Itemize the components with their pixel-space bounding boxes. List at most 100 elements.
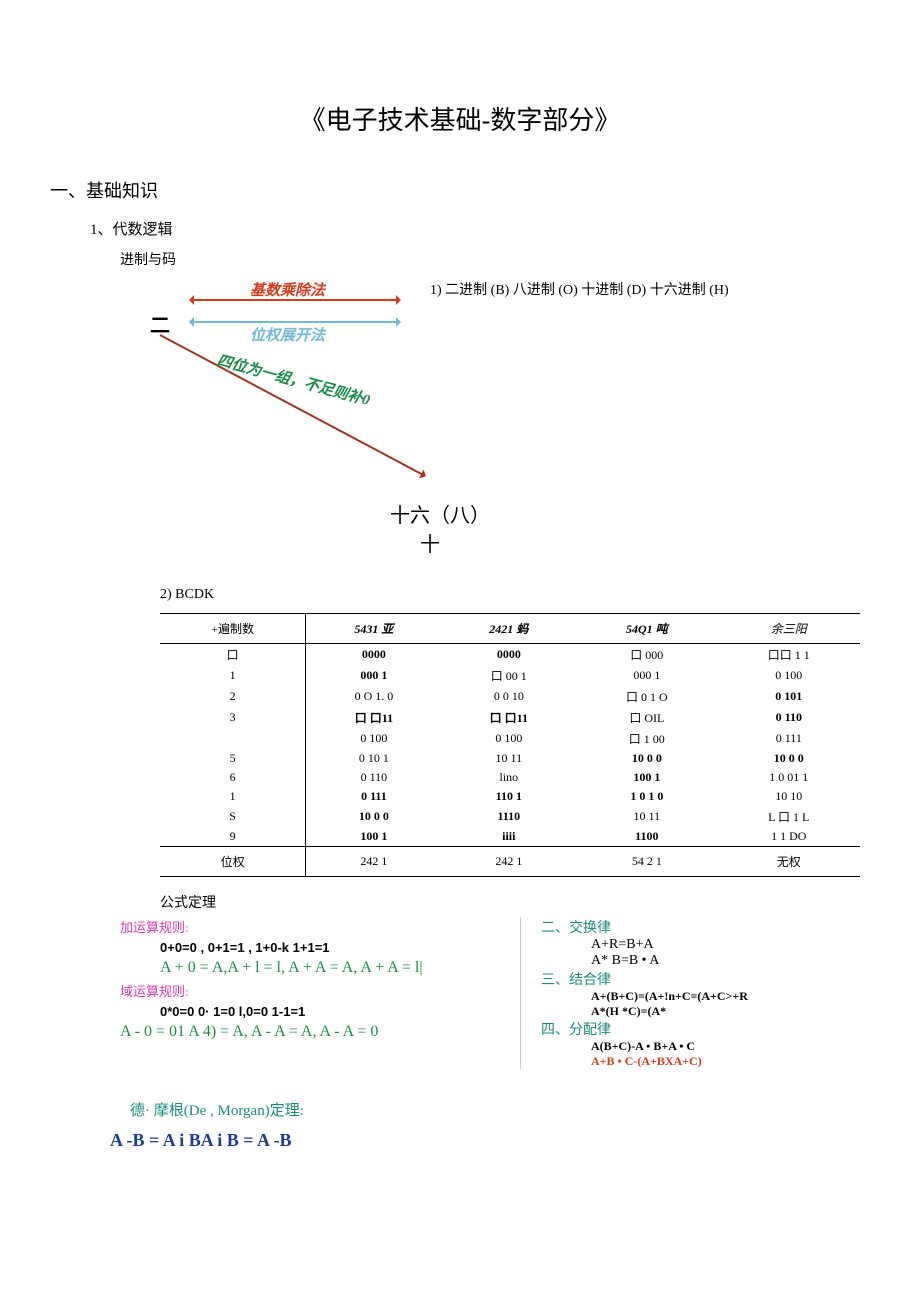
table-row: S10 0 0111010 11L 口 1 L xyxy=(160,806,860,827)
table-row: 口00000000口 000口口 1 1 xyxy=(160,644,860,666)
table-cell: 1 0 1 0 xyxy=(576,787,718,806)
table-row: 50 10 110 1110 0 010 0 0 xyxy=(160,749,860,768)
th-2421: 2421 蚂 xyxy=(442,614,577,644)
table-cell: 100 1 xyxy=(306,827,442,847)
label-group-four: 四位为一组，不足则补0 xyxy=(215,349,373,410)
table-cell: 0 111 xyxy=(718,728,860,749)
table-cell: 0 100 xyxy=(718,665,860,686)
table-cell: 242 1 xyxy=(306,847,442,877)
add-rule-head: 加运算规则: xyxy=(120,917,520,936)
demorgan-heading: 德· 摩根(De , Morgan)定理: xyxy=(130,1099,870,1120)
table-row: 9100 1iiii11001 1 DO xyxy=(160,827,860,847)
arrow-mid-icon xyxy=(190,321,400,323)
distributive-b: A+B • C-(A+BXA+C) xyxy=(591,1054,870,1069)
table-cell: 10 0 0 xyxy=(576,749,718,768)
table-cell xyxy=(160,728,306,749)
section-1-heading: 一、基础知识 xyxy=(50,177,870,203)
table-cell: 10 0 0 xyxy=(718,749,860,768)
table-cell: 口 0 1 O xyxy=(576,686,718,707)
table-cell: 口 000 xyxy=(576,644,718,666)
table-cell: 0 110 xyxy=(306,768,442,787)
table-row: 10 111110 11 0 1 010 10 xyxy=(160,787,860,806)
conversion-diagram: 二 基数乘除法 位权展开法 四位为一组，不足则补0 xyxy=(120,279,430,499)
commutative-head: 二、交换律 xyxy=(541,917,870,937)
topic-radix-code: 进制与码 xyxy=(120,249,870,269)
table-cell: 0 0 10 xyxy=(442,686,577,707)
table-cell: 口 1 00 xyxy=(576,728,718,749)
table-cell: 无权 xyxy=(718,847,860,877)
table-cell: 0000 xyxy=(442,644,577,666)
mul-rule-values: 0*0=0 0· 1=0 l,0=0 1-1=1 xyxy=(160,1004,520,1019)
add-identity-formula: A + 0 = A,A + l = l, A + A = A, A + A = … xyxy=(160,959,520,977)
bcd-table: +遍制数 5431 亚 2421 蚂 54Q1 吨 余三阳 口00000000口… xyxy=(160,613,860,877)
table-cell: 000 1 xyxy=(576,665,718,686)
associative-a: A+(B+C)=(A+!n+C=(A+C>+R xyxy=(591,989,870,1004)
table-cell: 3 xyxy=(160,707,306,728)
table-cell: 口 OIL xyxy=(576,707,718,728)
table-cell: 5 xyxy=(160,749,306,768)
label-multiply-divide: 基数乘除法 xyxy=(250,279,325,300)
table-cell: 6 xyxy=(160,768,306,787)
table-cell: 0 10 1 xyxy=(306,749,442,768)
table-cell: 0 101 xyxy=(718,686,860,707)
table-cell: 0 O 1. 0 xyxy=(306,686,442,707)
table-cell: 242 1 xyxy=(442,847,577,877)
table-cell: 1 1 DO xyxy=(718,827,860,847)
table-cell: 1 xyxy=(160,665,306,686)
add-rule-values: 0+0=0 , 0+1=1 , 1+0-k 1+1=1 xyxy=(160,940,520,955)
associative-b: A*(H *C)=(A* xyxy=(591,1004,870,1019)
document-title: 《电子技术基础-数字部分》 xyxy=(50,100,870,137)
table-cell: 0 111 xyxy=(306,787,442,806)
table-cell: 10 11 xyxy=(576,806,718,827)
commutative-a: A+R=B+A xyxy=(591,937,870,953)
table-cell: 0 100 xyxy=(306,728,442,749)
distributive-a: A(B+C)-A • B+A • C xyxy=(591,1039,870,1054)
table-cell: 口口 1 1 xyxy=(718,644,860,666)
table-cell: 1 xyxy=(160,787,306,806)
subsection-1-1: 1、代数逻辑 xyxy=(90,218,870,239)
table-cell: 110 1 xyxy=(442,787,577,806)
arrow-diagonal-icon xyxy=(160,334,426,477)
table-cell: 9 xyxy=(160,827,306,847)
th-decimal: +遍制数 xyxy=(160,614,306,644)
formula-heading: 公式定理 xyxy=(160,892,870,912)
th-excess3: 余三阳 xyxy=(718,614,860,644)
label-sixteen-eight: 十六（八） xyxy=(390,499,870,528)
table-cell: 口 xyxy=(160,644,306,666)
table-cell: 2 xyxy=(160,686,306,707)
table-cell: 1110 xyxy=(442,806,577,827)
th-5421: 54Q1 吨 xyxy=(576,614,718,644)
table-row: 3口 口11口 口11口 OIL0 110 xyxy=(160,707,860,728)
distributive-head: 四、分配律 xyxy=(541,1019,870,1039)
radix-list: 1) 二进制 (B) 八进制 (O) 十进制 (D) 十六进制 (H) xyxy=(430,279,870,299)
arrow-top-icon xyxy=(190,299,400,301)
table-cell: L 口 1 L xyxy=(718,806,860,827)
table-cell: 10 10 xyxy=(718,787,860,806)
table-cell: iiii xyxy=(442,827,577,847)
table-cell: 000 1 xyxy=(306,665,442,686)
table-cell: 0 100 xyxy=(442,728,577,749)
table-cell: 位权 xyxy=(160,847,306,877)
table-row: 1000 1口 00 1000 10 100 xyxy=(160,665,860,686)
table-cell: 1100 xyxy=(576,827,718,847)
th-8421: 5431 亚 xyxy=(306,614,442,644)
table-cell: 10 11 xyxy=(442,749,577,768)
table-cell: 10 0 0 xyxy=(306,806,442,827)
commutative-b: A* B=B • A xyxy=(591,953,870,969)
table-cell: 口 口11 xyxy=(442,707,577,728)
table-row: 20 O 1. 00 0 10口 0 1 O0 101 xyxy=(160,686,860,707)
table-cell: lino xyxy=(442,768,577,787)
label-positional-expand: 位权展开法 xyxy=(250,324,325,345)
table-cell: 1 0 01 1 xyxy=(718,768,860,787)
table-cell: 100 1 xyxy=(576,768,718,787)
associative-head: 三、结合律 xyxy=(541,969,870,989)
table-cell: 0000 xyxy=(306,644,442,666)
table-cell: S xyxy=(160,806,306,827)
table-cell: 口 00 1 xyxy=(442,665,577,686)
table-row: 位权242 1242 154 2 1无权 xyxy=(160,847,860,877)
mul-identity-formula: A - 0 = 01 A 4) = A, A - A = A, A - A = … xyxy=(120,1023,520,1041)
table-cell: 0 110 xyxy=(718,707,860,728)
mul-rule-head: 域运算规则: xyxy=(120,981,520,1000)
demorgan-formula: A -B = A i BA i B = A -B xyxy=(110,1130,870,1151)
bcd-heading: 2) BCDK xyxy=(160,587,870,603)
